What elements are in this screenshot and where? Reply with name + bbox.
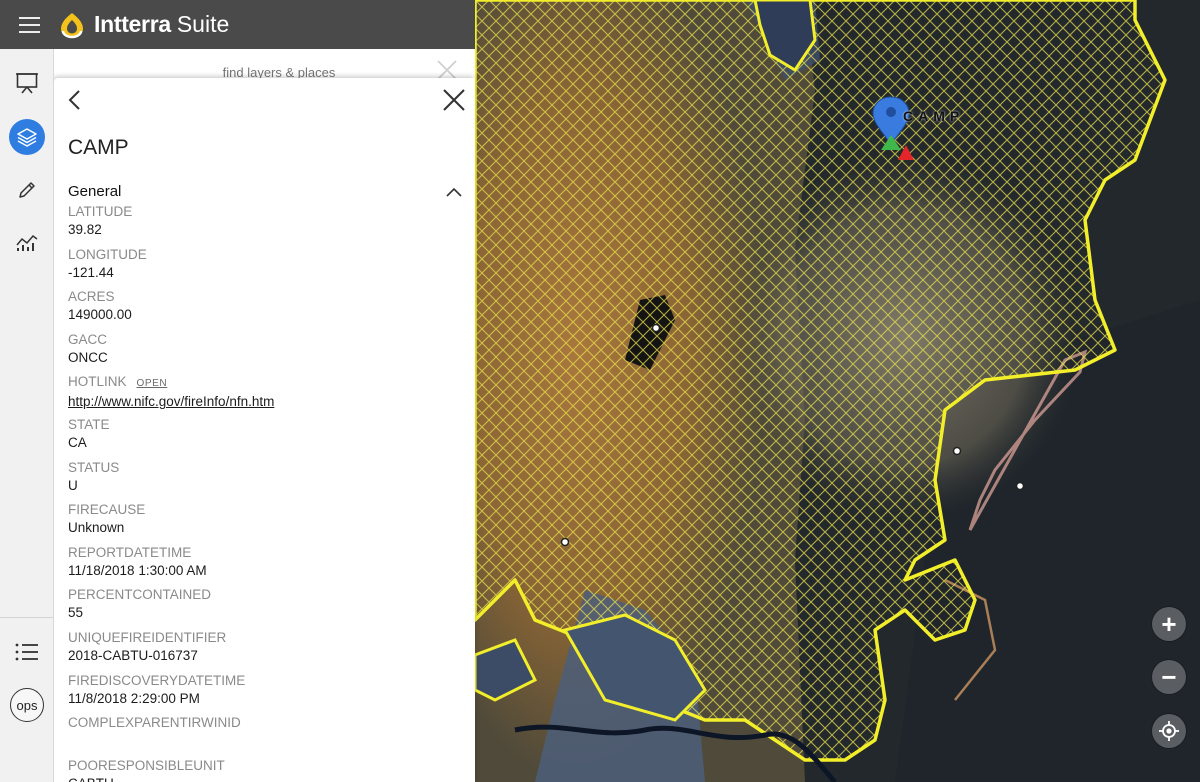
field-key: FIRECAUSE	[68, 502, 146, 518]
layers-active-indicator	[9, 119, 45, 155]
field-key: GACC	[68, 331, 108, 347]
point-feature[interactable]	[952, 446, 962, 456]
panel-title: CAMP	[68, 136, 129, 159]
zoom-in-icon: +	[1161, 609, 1177, 639]
draw-tool-button[interactable]	[0, 167, 54, 213]
field-key: REPORTDATETIME	[68, 544, 192, 560]
field-key: FIREDISCOVERYDATETIME	[68, 672, 246, 688]
point-feature[interactable]	[1015, 481, 1025, 491]
chart-icon	[16, 234, 38, 251]
field-key: LATITUDE	[68, 204, 133, 219]
field-reportdatetime: REPORTDATETIME 11/18/2018 1:30:00 AM	[68, 544, 463, 587]
field-key: POORESPONSIBLEUNIT	[68, 757, 225, 773]
zoom-out-button[interactable]: −	[1152, 660, 1186, 694]
field-longitude: LONGITUDE -121.44	[68, 246, 463, 289]
layers-icon	[17, 128, 37, 147]
field-acres: ACRES 149000.00	[68, 288, 463, 331]
field-value: CABTU	[68, 774, 463, 782]
analytics-tool-button[interactable]	[0, 219, 54, 265]
field-firediscoverydatetime: FIREDISCOVERYDATETIME 11/8/2018 2:29:00 …	[68, 672, 463, 715]
field-value: U	[68, 477, 78, 493]
field-value: 2018-CABTU-016737	[68, 647, 198, 663]
field-complexparentirwinid: COMPLEXPARENTIRWINID	[68, 714, 463, 757]
satellite-map	[475, 0, 1200, 782]
back-arrow-icon[interactable]	[62, 86, 90, 114]
app-window: Intterra Suite ops find layers & places …	[0, 0, 1200, 782]
field-value: -121.44	[68, 264, 114, 280]
field-pooresponsibleunit: POORESPONSIBLEUNIT CABTU	[68, 757, 463, 782]
general-section-toggle[interactable]: General	[68, 183, 463, 205]
close-icon[interactable]	[440, 86, 468, 114]
field-key: HOTLINK OPEN	[68, 373, 463, 392]
field-key: ACRES	[68, 289, 115, 305]
top-bar: Intterra Suite	[0, 0, 475, 49]
app-brand: Intterra	[94, 11, 171, 37]
list-tool-button[interactable]	[0, 629, 54, 675]
field-value: 149000.00	[68, 307, 132, 323]
field-state: STATE CA	[68, 416, 463, 459]
field-firecause: FIRECAUSE Unknown	[68, 501, 463, 544]
field-key: UNIQUEFIREIDENTIFIER	[68, 629, 227, 645]
layers-tool-button[interactable]	[0, 114, 54, 160]
hotlink-url[interactable]: http://www.nifc.gov/fireInfo/nfn.htm	[68, 394, 274, 409]
field-value: Unknown	[68, 520, 125, 536]
field-value: http://www.nifc.gov/fireInfo/nfn.htm	[68, 392, 463, 412]
intterra-logo-icon	[61, 12, 83, 38]
field-percentcontained: PERCENTCONTAINED 55	[68, 586, 463, 629]
field-value: CA	[68, 434, 87, 450]
list-icon	[15, 643, 38, 661]
hotlink-key: HOTLINK	[68, 374, 127, 390]
app-brand-suffix: Suite	[176, 11, 230, 37]
field-key: COMPLEXPARENTIRWINID	[68, 715, 241, 731]
field-value: 55	[68, 605, 84, 621]
ops-button[interactable]: ops	[0, 682, 54, 728]
chevron-up-icon	[446, 187, 462, 197]
field-value: 39.82	[68, 222, 102, 237]
pencil-icon	[19, 182, 35, 198]
field-uniquefireidentifier: UNIQUEFIREIDENTIFIER 2018-CABTU-016737	[68, 629, 463, 672]
field-key: STATE	[68, 416, 110, 432]
section-title: General	[68, 183, 122, 200]
toolbar-divider	[0, 617, 54, 618]
field-value: 11/8/2018 2:29:00 PM	[68, 690, 200, 706]
point-feature[interactable]	[560, 537, 570, 547]
locate-icon	[1159, 721, 1179, 741]
menu-icon[interactable]	[0, 0, 58, 49]
attribute-list: LATITUDE 39.82 LONGITUDE -121.44 ACRES 1…	[68, 203, 463, 782]
locate-button[interactable]	[1152, 714, 1186, 748]
field-value: 11/18/2018 1:30:00 AM	[68, 562, 207, 578]
map-pin-dot	[886, 107, 896, 117]
zoom-out-icon: −	[1161, 662, 1177, 692]
field-hotlink: HOTLINK OPEN http://www.nifc.gov/fireInfo…	[68, 373, 463, 416]
presentation-tool-button[interactable]	[0, 60, 54, 106]
map-view[interactable]: CAMP + −	[475, 0, 1200, 782]
field-latitude: LATITUDE 39.82	[68, 203, 463, 246]
field-key: STATUS	[68, 459, 120, 475]
field-key: LONGITUDE	[68, 246, 147, 262]
field-key: PERCENTCONTAINED	[68, 587, 212, 603]
field-status: STATUS U	[68, 459, 463, 502]
field-gacc: GACC ONCC	[68, 331, 463, 374]
field-value: ONCC	[68, 349, 108, 365]
zoom-in-button[interactable]: +	[1152, 607, 1186, 641]
point-feature[interactable]	[651, 323, 661, 333]
fire-name-label: CAMP	[903, 108, 965, 124]
feature-details-panel: CAMP General LATITUDE 39.82 LONGITUDE -1…	[54, 78, 475, 782]
ops-label: ops	[10, 688, 44, 722]
hotlink-open-link[interactable]: OPEN	[137, 378, 168, 389]
presentation-icon	[16, 73, 38, 94]
left-toolbar: ops	[0, 49, 54, 782]
